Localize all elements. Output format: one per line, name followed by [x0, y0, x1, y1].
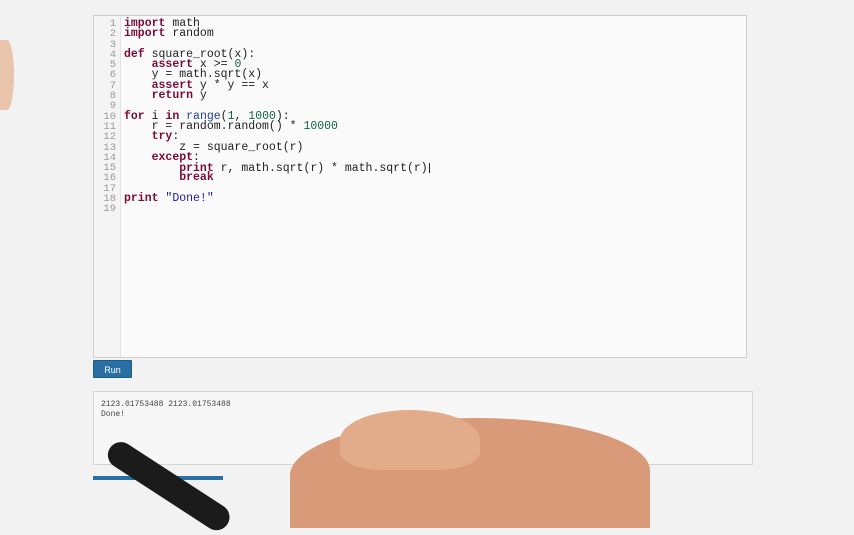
- code-text: import random: [124, 27, 214, 41]
- code-token: "Done!": [165, 192, 214, 206]
- code-text: return y: [124, 89, 207, 103]
- code-text: break: [124, 171, 214, 185]
- run-button[interactable]: Run: [93, 360, 132, 378]
- code-token: break: [179, 171, 214, 185]
- code-token: random: [165, 27, 214, 41]
- code-line[interactable]: 18 print "Done!": [94, 192, 746, 206]
- code-token: import: [124, 27, 166, 41]
- code-token: return: [151, 89, 194, 103]
- code-line[interactable]: 11 r = random.random() * 10000: [94, 119, 746, 133]
- text-cursor: [428, 163, 430, 174]
- code-token: print: [124, 192, 159, 206]
- hand-edge-left: [0, 40, 14, 110]
- code-token: 10000: [303, 119, 338, 133]
- code-line[interactable]: 19: [94, 203, 746, 216]
- code-text: print "Done!": [124, 192, 214, 206]
- presenter-knuckle: [340, 410, 480, 470]
- code-lines[interactable]: 1 import math 2 import random 3 4 def square_r…: [94, 18, 746, 216]
- code-editor[interactable]: 1 import math 2 import random 3 4 def square_r…: [93, 15, 747, 358]
- code-line[interactable]: 16 break: [94, 171, 746, 185]
- code-line[interactable]: 8 return y: [94, 89, 746, 103]
- line-number: 19: [103, 203, 116, 216]
- output-line: 2123.01753488 2123.01753488: [101, 400, 231, 409]
- code-token: y: [193, 89, 207, 103]
- code-line[interactable]: 2 import random: [94, 27, 746, 41]
